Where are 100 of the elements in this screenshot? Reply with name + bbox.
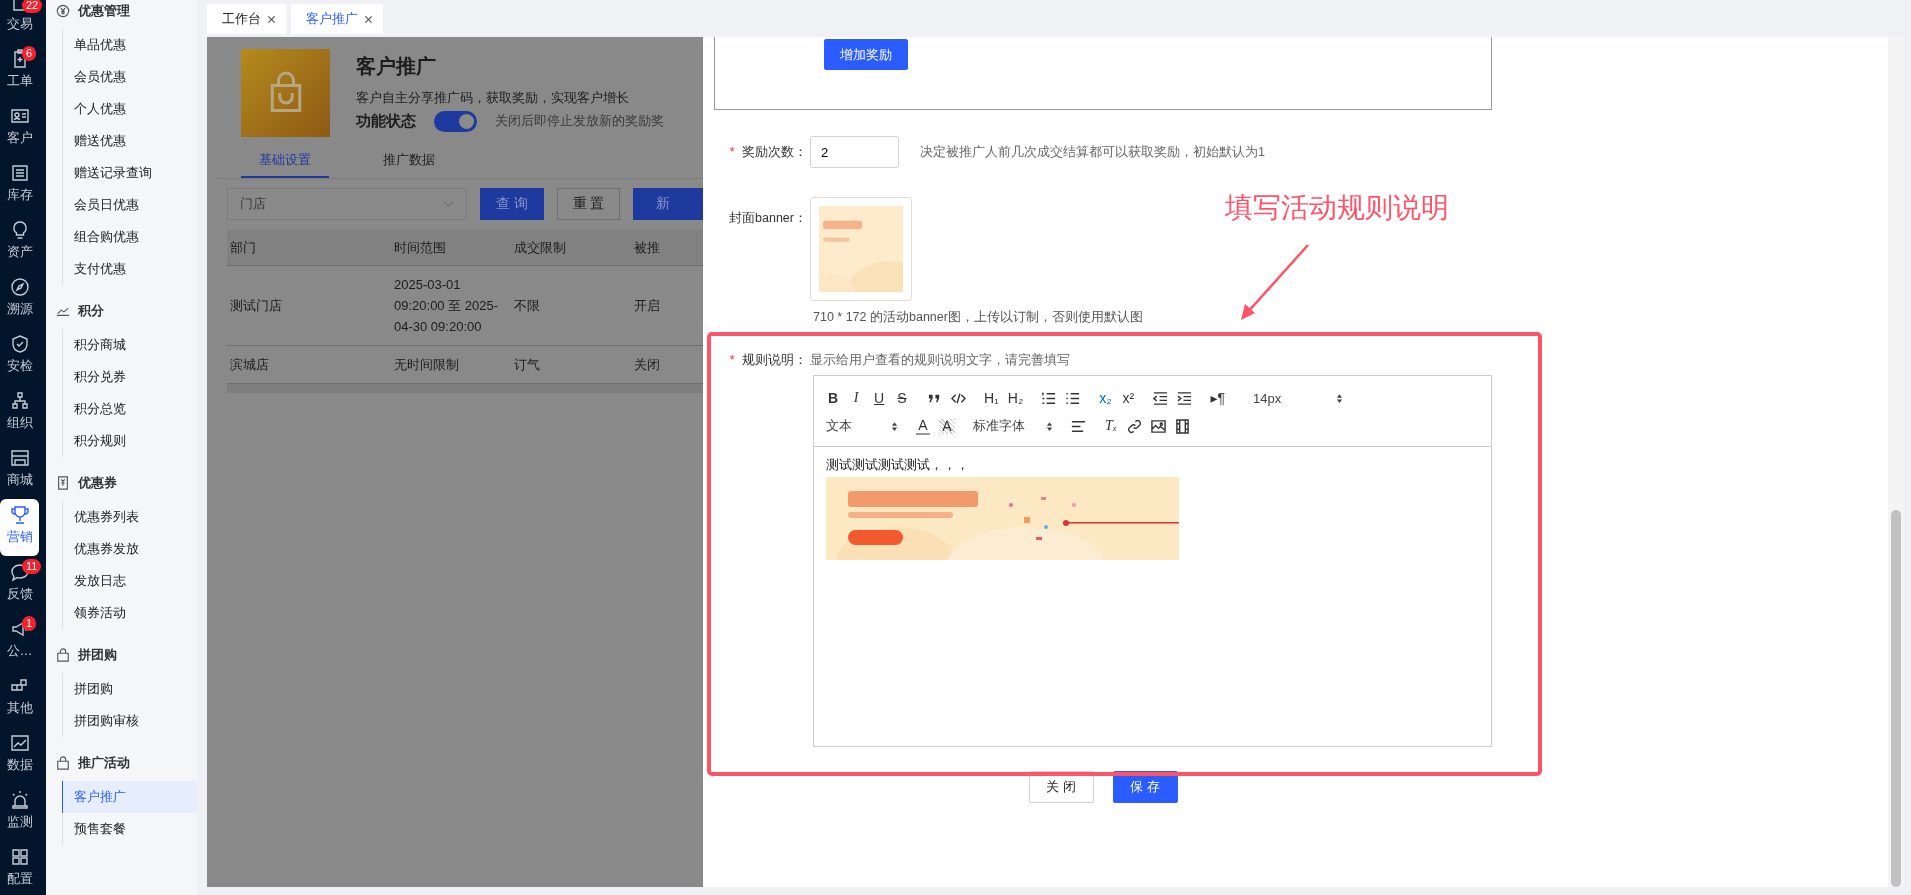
nav-item[interactable]: 商城 [0,442,39,499]
font-select[interactable]: 标准字体 [973,417,1053,435]
menu-item[interactable]: 领券活动 [63,597,197,629]
menu-item[interactable]: 会员优惠 [63,61,197,93]
grid-icon [9,847,30,867]
scrollbar-thumb[interactable] [1891,510,1901,887]
nav-item[interactable]: 反馈 11 [0,556,39,613]
required-mark: * [729,353,735,367]
filter-button[interactable]: 新 [633,188,703,220]
field-label: 奖励次数： [742,144,807,159]
table-cell: 订气 [511,345,631,384]
nav-item[interactable]: 营销 [0,499,39,556]
nav-item[interactable]: 公… 1 [0,613,39,670]
menu-item[interactable]: 客户推广 [62,781,197,813]
link-icon[interactable] [1127,418,1142,434]
menu-item[interactable]: 优惠券发放 [63,533,197,565]
nav-item[interactable]: 客户 [0,100,39,157]
close-icon[interactable] [267,14,276,24]
heading-select[interactable]: 文本 [826,417,898,435]
annotation-text: 填写活动规则说明 [1225,191,1449,225]
format-button[interactable]: A [939,418,955,434]
menu-item[interactable]: 支付优惠 [63,253,197,285]
nav-item[interactable]: 其他 [0,670,39,727]
menu-item[interactable]: 组合购优惠 [63,221,197,253]
indent-icon[interactable] [1177,390,1193,406]
field-label: 封面banner： [729,211,807,225]
menu-item[interactable]: 积分规则 [63,425,197,457]
nav-item[interactable]: 溯源 [0,271,39,328]
status-label: 功能状态 [356,112,416,131]
coupon-icon [56,476,70,490]
rich-text-editor[interactable]: B I U S H₁ H₂ x₂ x² ▸¶ 14px 文本 A A 标准字体 Tₓ 测试测试测试测试，，， [813,375,1492,747]
add-reward-button[interactable]: 增加奖励 [824,39,908,70]
menu-item[interactable]: 预售套餐 [63,813,197,845]
numbered-list-icon[interactable] [1041,390,1057,406]
format-button[interactable]: H₂ [1007,389,1024,407]
sort-arrows-icon [891,420,898,432]
bullet-list-icon[interactable] [1065,390,1081,406]
field-hint: 决定被推广人前几次成交结算都可以获取奖励，初始默认为1 [920,143,1265,161]
filter-button[interactable]: 重 置 [557,188,620,220]
column-header: 时间范围 [391,230,511,266]
menu-item[interactable]: 拼团购审核 [63,705,197,737]
format-button[interactable]: I [849,389,863,407]
menu-item[interactable]: 发放日志 [63,565,197,597]
nav-item[interactable]: 数据 [0,727,39,784]
menu-group-title: 拼团购 [78,646,117,664]
format-button[interactable]: A [916,417,930,435]
nav-item[interactable]: 组织 [0,385,39,442]
film-icon[interactable] [1175,418,1190,434]
nav-item[interactable]: 工单 6 [0,43,39,100]
page-tab[interactable]: 工作台 [207,4,286,34]
close-icon[interactable] [364,14,373,24]
menu-item[interactable]: 会员日优惠 [63,189,197,221]
menu-item[interactable]: 积分兑券 [63,361,197,393]
image-icon[interactable] [1151,418,1166,434]
menu-item[interactable]: 赠送记录查询 [63,157,197,189]
outdent-icon[interactable] [1153,390,1169,406]
banner-hint: 710 * 172 的活动banner图，上传以订制，否则使用默认图 [813,309,1143,326]
format-button[interactable]: U [872,389,886,407]
content-tab[interactable]: 推广数据 [365,143,453,178]
format-button[interactable]: H₁ [984,389,999,407]
format-button[interactable]: ▸¶ [1210,389,1225,407]
page-title: 客户推广 [356,54,437,79]
format-button[interactable]: Tₓ [1104,417,1118,435]
size-select[interactable]: 14px [1252,390,1343,406]
menu-item[interactable]: 赠送优惠 [63,125,197,157]
shield-icon [9,334,30,354]
nav-item[interactable]: 安检 [0,328,39,385]
compass-icon [9,277,30,297]
list-icon [9,163,30,183]
bag-icon [56,756,70,770]
sort-arrows-icon [1335,392,1343,404]
menu-item[interactable]: 拼团购 [63,673,197,705]
editor-text: 测试测试测试测试，，， [826,457,970,474]
reward-count-input[interactable]: 2 [810,136,899,168]
menu-item[interactable]: 积分总览 [63,393,197,425]
menu-group-title: 积分 [78,302,104,320]
nav-item[interactable]: 监测 [0,784,39,841]
menu-group-title: 优惠管理 [78,2,130,20]
menu-item[interactable]: 积分商城 [63,329,197,361]
yen-icon [56,4,70,18]
nav-item[interactable]: 资产 [0,214,39,271]
sort-arrows-icon [1046,420,1053,432]
nav-item[interactable]: 库存 [0,157,39,214]
format-button[interactable]: S [895,389,909,407]
horizontal-scrollbar[interactable] [227,384,703,393]
format-button[interactable]: x² [1121,389,1136,407]
toggle-switch[interactable] [434,111,477,132]
format-button[interactable]: B [826,389,840,407]
menu-group-title: 推广活动 [78,754,130,772]
count-badge: 22 [22,0,43,13]
nav-item[interactable]: 配置 [0,841,39,895]
page-tab[interactable]: 客户推广 [291,4,383,34]
field-hint: 显示给用户查看的规则说明文字，请完善填写 [810,352,1070,369]
filter-button[interactable]: 查 询 [480,188,544,220]
menu-item[interactable]: 单品优惠 [63,29,197,61]
align-left-icon[interactable] [1071,418,1086,434]
menu-item[interactable]: 优惠券列表 [63,501,197,533]
menu-item[interactable]: 个人优惠 [63,93,197,125]
format-button[interactable]: x₂ [1098,389,1113,407]
trophy-icon [9,505,30,525]
